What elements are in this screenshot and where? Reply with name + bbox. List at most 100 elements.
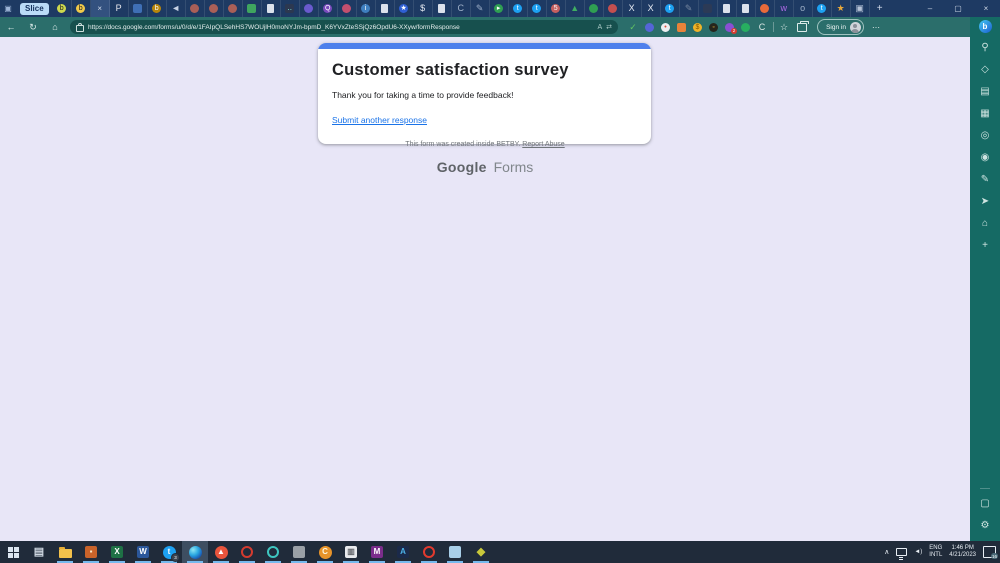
translate-icon[interactable]: ⇄: [606, 23, 612, 31]
browser-tab[interactable]: ★: [395, 0, 414, 17]
add-panel-icon[interactable]: +: [982, 241, 988, 251]
extension-icon[interactable]: ✓: [628, 22, 638, 32]
browser-tab[interactable]: [699, 0, 718, 17]
browser-tab[interactable]: [737, 0, 756, 17]
taskbar-toolbox[interactable]: ▪: [78, 541, 104, 563]
refresh-button[interactable]: ↻: [22, 22, 44, 33]
browser-tab[interactable]: ▲: [566, 0, 585, 17]
report-abuse-link[interactable]: Report Abuse: [522, 141, 564, 148]
browser-tab[interactable]: $: [414, 0, 433, 17]
taskbar-edge[interactable]: [182, 541, 208, 563]
games-icon[interactable]: ◎: [981, 131, 990, 141]
browser-tab[interactable]: i: [357, 0, 376, 17]
browser-tab[interactable]: b: [72, 0, 91, 17]
extension-icon[interactable]: •: [661, 23, 670, 32]
browser-tab[interactable]: o: [794, 0, 813, 17]
taskbar-opera[interactable]: [416, 541, 442, 563]
taskbar-triangle-app[interactable]: A: [390, 541, 416, 563]
favorites-icon[interactable]: ☆: [780, 22, 788, 33]
browser-tab[interactable]: b: [148, 0, 167, 17]
screenshot-icon[interactable]: ▢: [980, 499, 989, 509]
browser-tab[interactable]: ‥: [281, 0, 300, 17]
active-tab[interactable]: ×: [91, 0, 110, 17]
browser-tab[interactable]: X: [623, 0, 642, 17]
sign-in-button[interactable]: Sign in: [817, 19, 864, 35]
browser-tab[interactable]: [243, 0, 262, 17]
wallet-icon[interactable]: ▦: [980, 109, 989, 119]
browser-tab[interactable]: [262, 0, 281, 17]
network-icon[interactable]: [896, 548, 907, 556]
browser-tab[interactable]: [300, 0, 319, 17]
tools-icon[interactable]: ▤: [980, 87, 989, 97]
taskbar-start[interactable]: [0, 541, 26, 563]
tray-chevron-icon[interactable]: ∧: [884, 548, 889, 556]
read-aloud-icon[interactable]: A: [597, 24, 602, 31]
extension-icon[interactable]: 2: [725, 23, 734, 32]
extension-icon[interactable]: ◦: [709, 23, 718, 32]
browser-tab[interactable]: [585, 0, 604, 17]
collections-icon[interactable]: [797, 23, 807, 32]
copilot-icon[interactable]: b: [979, 20, 992, 33]
browser-tab[interactable]: ★: [832, 0, 851, 17]
new-tab-button[interactable]: +: [872, 3, 888, 14]
settings-icon[interactable]: ⚙: [981, 521, 990, 531]
browser-tab[interactable]: [376, 0, 395, 17]
url-text[interactable]: https://docs.google.com/forms/u/0/d/e/1F…: [88, 24, 593, 31]
taskbar-purple-app[interactable]: M: [364, 541, 390, 563]
taskbar-blue-box-app[interactable]: [442, 541, 468, 563]
taskbar-twitter[interactable]: t3: [156, 541, 182, 563]
tab-close-icon[interactable]: ×: [97, 5, 102, 13]
browser-tab[interactable]: [756, 0, 775, 17]
browser-tab[interactable]: w: [775, 0, 794, 17]
action-center-icon[interactable]: 16: [983, 546, 996, 558]
browser-tab[interactable]: [186, 0, 205, 17]
taskbar-red-ring-app[interactable]: [234, 541, 260, 563]
browser-tab[interactable]: C: [452, 0, 471, 17]
taskbar-teal-ring-app[interactable]: [260, 541, 286, 563]
editor-icon[interactable]: ✎: [981, 175, 989, 185]
drop-icon[interactable]: ➤: [981, 197, 989, 207]
taskbar-window-app[interactable]: ▥: [338, 541, 364, 563]
home-button[interactable]: ⌂: [44, 22, 66, 32]
submit-another-response-link[interactable]: Submit another response: [332, 115, 427, 125]
browser-tab[interactable]: [718, 0, 737, 17]
browser-tab[interactable]: t: [661, 0, 680, 17]
browser-tab[interactable]: Q: [319, 0, 338, 17]
taskbar-gray-app[interactable]: [286, 541, 312, 563]
browser-tab[interactable]: P: [110, 0, 129, 17]
browser-tab[interactable]: [205, 0, 224, 17]
browser-tab[interactable]: ✎: [471, 0, 490, 17]
shopping-icon[interactable]: ◇: [981, 65, 989, 75]
taskbar-coin-app[interactable]: C: [312, 541, 338, 563]
browser-tab[interactable]: [433, 0, 452, 17]
browser-tab[interactable]: ✎: [680, 0, 699, 17]
browser-tab[interactable]: b: [53, 0, 72, 17]
extension-icon[interactable]: C: [757, 22, 767, 32]
browser-tab[interactable]: ◄: [167, 0, 186, 17]
apps-icon[interactable]: ◉: [981, 153, 990, 163]
search-icon[interactable]: ⚲: [981, 43, 988, 53]
browser-tab[interactable]: t: [509, 0, 528, 17]
taskbar-word[interactable]: W: [130, 541, 156, 563]
maximize-button[interactable]: ▢: [944, 0, 972, 17]
browser-tab[interactable]: X: [642, 0, 661, 17]
taskbar-excel[interactable]: X: [104, 541, 130, 563]
extension-icon[interactable]: $: [693, 23, 702, 32]
taskbar-brave[interactable]: ▲: [208, 541, 234, 563]
close-button[interactable]: ×: [972, 0, 1000, 17]
speaker-icon[interactable]: ◄): [914, 549, 922, 555]
browser-tab[interactable]: 5: [547, 0, 566, 17]
browser-tab[interactable]: [338, 0, 357, 17]
browser-tab[interactable]: [129, 0, 148, 17]
browser-tab[interactable]: [604, 0, 623, 17]
extension-icon[interactable]: [741, 23, 750, 32]
taskbar-layers-app[interactable]: ◆: [468, 541, 494, 563]
extension-icon[interactable]: [677, 23, 686, 32]
outlook-icon[interactable]: ⌂: [982, 219, 988, 229]
clock[interactable]: 1:46 PM 4/21/2023: [949, 545, 976, 559]
workspace-chip[interactable]: Slice: [20, 3, 49, 15]
browser-tab[interactable]: ▣: [851, 0, 870, 17]
settings-menu-icon[interactable]: ⋯: [872, 23, 880, 32]
address-bar[interactable]: https://docs.google.com/forms/u/0/d/e/1F…: [70, 20, 618, 34]
language-indicator[interactable]: ENG INTL: [929, 545, 942, 559]
